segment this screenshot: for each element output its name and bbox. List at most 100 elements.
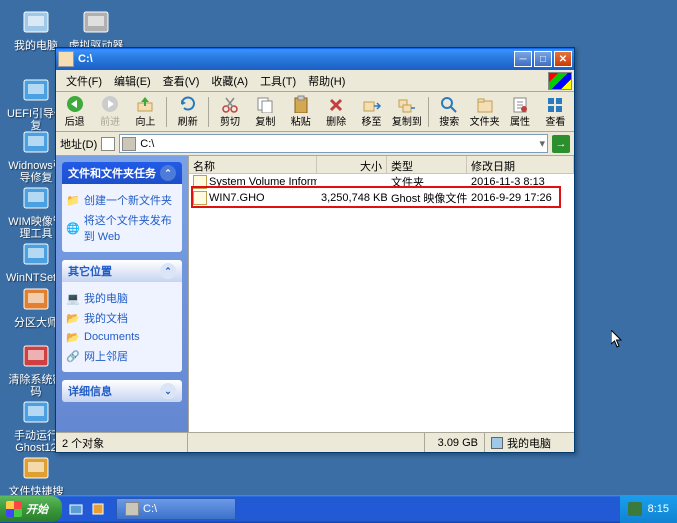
newfolder-icon: 📁 (66, 193, 80, 207)
toolbar-views-button[interactable]: 查看 (539, 94, 572, 130)
sidebar: 文件和文件夹任务 ⌃ 📁创建一个新文件夹🌐将这个文件夹发布到 Web 其它位置 … (56, 156, 188, 432)
mydocs-icon: 📂 (66, 311, 80, 325)
address-checkbox[interactable] (101, 137, 115, 151)
drive-small-icon (122, 137, 136, 151)
toolbar-folders-button[interactable]: 文件夹 (468, 94, 501, 130)
folders-icon (475, 95, 495, 113)
file-icon (193, 191, 207, 205)
app-icon (20, 74, 52, 106)
toolbar-up-button[interactable]: 向上 (129, 94, 162, 130)
start-button[interactable]: 开始 (0, 496, 62, 522)
details-panel-header[interactable]: 详细信息 ⌄ (62, 380, 182, 402)
chevron-up-icon: ⌃ (160, 263, 176, 279)
app-icon (20, 238, 52, 270)
address-label: 地址(D) (60, 136, 97, 152)
up-icon (135, 95, 155, 113)
header-modified[interactable]: 修改日期 (467, 156, 574, 173)
task-link[interactable]: 🌐将这个文件夹发布到 Web (66, 210, 178, 246)
app-icon (20, 126, 52, 158)
show-desktop-icon[interactable] (66, 499, 86, 519)
go-button[interactable]: → (552, 135, 570, 153)
windows-flag-icon (6, 501, 22, 517)
cursor-icon (611, 330, 625, 350)
close-button[interactable]: ✕ (554, 51, 572, 67)
toolbar-copy-button[interactable]: 复制 (249, 94, 282, 130)
desktop-icon-我的电脑[interactable]: 我的电脑 (6, 6, 66, 52)
places-panel: 其它位置 ⌃ 💻我的电脑📂我的文档📂Documents🔗网上邻居 (62, 260, 182, 372)
clock[interactable]: 8:15 (648, 503, 669, 515)
menu-item[interactable]: 收藏(A) (205, 71, 254, 91)
taskbar-button-explorer[interactable]: C:\ (116, 498, 236, 520)
windows-logo-icon (548, 72, 572, 90)
app-icon (80, 6, 112, 38)
header-name[interactable]: 名称 (189, 156, 317, 173)
toolbar-props-button[interactable]: 属性 (503, 94, 536, 130)
moveto-icon (362, 95, 382, 113)
address-bar: 地址(D) C:\ ▾ → (56, 132, 574, 156)
system-tray[interactable]: 8:15 (620, 495, 677, 523)
del-icon (326, 95, 346, 113)
place-link[interactable]: 💻我的电脑 (66, 288, 178, 308)
chevron-down-icon: ⌄ (160, 383, 176, 399)
status-location: 我的电脑 (484, 433, 574, 452)
status-count: 2 个对象 (56, 433, 188, 452)
menu-item[interactable]: 查看(V) (157, 71, 206, 91)
header-type[interactable]: 类型 (387, 156, 467, 173)
place-link[interactable]: 📂我的文档 (66, 308, 178, 328)
drive-icon (125, 502, 139, 516)
file-row[interactable]: System Volume Information文件夹2016-11-3 8:… (189, 174, 574, 190)
app-icon (20, 283, 52, 315)
minimize-button[interactable]: ─ (514, 51, 532, 67)
file-row[interactable]: WIN7.GHO3,250,748 KBGhost 映像文件2016-9-29 … (189, 190, 574, 206)
menu-item[interactable]: 帮助(H) (302, 71, 351, 91)
copyto-icon (397, 95, 417, 113)
tray-icon[interactable] (628, 502, 642, 516)
place-link[interactable]: 📂Documents (66, 328, 178, 346)
address-value: C:\ (140, 138, 154, 150)
maximize-button[interactable]: □ (534, 51, 552, 67)
copy-icon (255, 95, 275, 113)
views-icon (545, 95, 565, 113)
menubar: 文件(F)编辑(E)查看(V)收藏(A)工具(T)帮助(H) (56, 70, 574, 92)
desktop-icon-虚拟驱动器[interactable]: 虚拟驱动器 (66, 6, 126, 52)
mycomp-icon: 💻 (66, 291, 80, 305)
app-icon (20, 182, 52, 214)
toolbar-del-button[interactable]: 删除 (319, 94, 352, 130)
toolbar-search-button[interactable]: 搜索 (433, 94, 466, 130)
menu-item[interactable]: 文件(F) (60, 71, 108, 91)
toolbar-copyto-button[interactable]: 复制到 (390, 94, 423, 130)
titlebar[interactable]: C:\ ─ □ ✕ (56, 48, 574, 70)
address-input[interactable]: C:\ ▾ (119, 134, 548, 153)
file-list[interactable]: System Volume Information文件夹2016-11-3 8:… (189, 174, 574, 432)
toolbar-paste-button[interactable]: 粘贴 (284, 94, 317, 130)
toolbar-moveto-button[interactable]: 移至 (355, 94, 388, 130)
menu-item[interactable]: 编辑(E) (108, 71, 157, 91)
column-headers: 名称 大小 类型 修改日期 (189, 156, 574, 174)
refresh-icon (178, 95, 198, 113)
app-icon (20, 6, 52, 38)
quick-launch-icon[interactable] (88, 499, 108, 519)
toolbar: 后退前进向上刷新剪切复制粘贴删除移至复制到搜索文件夹属性查看 (56, 92, 574, 132)
toolbar-cut-button[interactable]: 剪切 (213, 94, 246, 130)
places-panel-header[interactable]: 其它位置 ⌃ (62, 260, 182, 282)
computer-icon (491, 437, 503, 449)
place-link[interactable]: 🔗网上邻居 (66, 346, 178, 366)
docs-icon: 📂 (66, 330, 80, 344)
paste-icon (291, 95, 311, 113)
menu-item[interactable]: 工具(T) (254, 71, 302, 91)
tasks-panel-header[interactable]: 文件和文件夹任务 ⌃ (62, 162, 182, 184)
tasks-panel: 文件和文件夹任务 ⌃ 📁创建一个新文件夹🌐将这个文件夹发布到 Web (62, 162, 182, 252)
app-icon (20, 340, 52, 372)
explorer-window: C:\ ─ □ ✕ 文件(F)编辑(E)查看(V)收藏(A)工具(T)帮助(H)… (55, 47, 575, 453)
toolbar-back-button[interactable]: 后退 (58, 94, 91, 130)
toolbar-refresh-button[interactable]: 刷新 (171, 94, 204, 130)
header-size[interactable]: 大小 (317, 156, 387, 173)
quick-launch (62, 499, 112, 519)
app-icon (20, 452, 52, 484)
toolbar-fwd-button: 前进 (93, 94, 126, 130)
taskbar: 开始 C:\ 8:15 (0, 495, 677, 523)
back-icon (65, 95, 85, 113)
cut-icon (220, 95, 240, 113)
folder-icon (193, 175, 207, 189)
task-link[interactable]: 📁创建一个新文件夹 (66, 190, 178, 210)
